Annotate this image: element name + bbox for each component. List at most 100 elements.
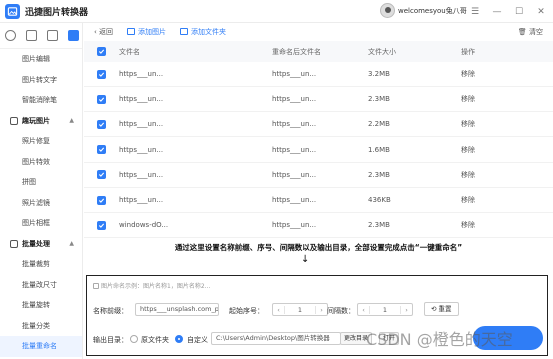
row-checkbox[interactable]: [97, 145, 106, 155]
row-checkbox[interactable]: [97, 195, 106, 205]
interval-stepper[interactable]: ‹ 1 ›: [357, 303, 413, 316]
add-folder-icon: [180, 28, 189, 35]
sidebar-item-photo-filter[interactable]: 照片滤镜: [0, 193, 82, 214]
back-button[interactable]: ‹ 返回: [94, 27, 113, 37]
info-icon: [93, 282, 99, 289]
select-all-checkbox[interactable]: [97, 47, 106, 56]
increment-icon[interactable]: ›: [401, 306, 412, 314]
file-size: 2.3MB: [368, 95, 390, 104]
prefix-label: 名称前缀：: [93, 307, 128, 315]
username[interactable]: welcomesyou兔八哥: [398, 6, 467, 16]
file-name: https___un...: [119, 120, 164, 129]
new-file-name: https___un...: [272, 196, 317, 204]
new-file-name: https___un...: [272, 120, 317, 129]
remove-button[interactable]: 移除: [461, 170, 475, 180]
settings-icon[interactable]: [5, 30, 16, 41]
custom-folder-radio[interactable]: [175, 335, 183, 343]
sidebar-item-collage[interactable]: 拼图: [0, 172, 82, 193]
file-size: 2.3MB: [368, 170, 390, 179]
new-file-name: https___un...: [272, 221, 317, 230]
add-image-icon: [127, 28, 136, 35]
remove-button[interactable]: 移除: [461, 69, 475, 79]
add-folder-label: 添加文件夹: [191, 27, 227, 36]
table-row[interactable]: https___un... https___un... 1.6MB 移除: [84, 138, 553, 163]
sidebar-item-batch-rotate[interactable]: 批量旋转: [0, 295, 82, 316]
naming-hint: 图片命名示例：图片名称1，图片名称2...: [93, 281, 210, 290]
row-checkbox[interactable]: [97, 69, 106, 79]
sidebar-group-batch[interactable]: 批量处理 ▲: [0, 234, 82, 255]
source-folder-radio[interactable]: [130, 335, 138, 343]
custom-folder-label[interactable]: 自定义: [187, 335, 208, 345]
remove-button[interactable]: 移除: [461, 145, 475, 155]
file-size: 2.2MB: [368, 120, 390, 129]
watermark: CSDN @橙色的天空: [366, 330, 513, 349]
remove-button[interactable]: 移除: [461, 195, 475, 205]
sidebar-icon-bar: [0, 23, 82, 49]
table-row[interactable]: https___un... https___un... 2.3MB 移除: [84, 163, 553, 188]
chevron-up-icon: ▲: [69, 239, 74, 247]
menu-icon[interactable]: ☰: [466, 0, 484, 23]
sidebar-item-smart-eraser[interactable]: 智能消除笔: [0, 90, 82, 111]
title-bar: 迅捷图片转换器 welcomesyou兔八哥 ☰ — ☐ ✕: [0, 0, 553, 23]
reset-label: 重置: [438, 305, 452, 313]
instruction-annotation: 通过这里设置名称前缀、序号、间隔数以及输出目录，全部设置完成点击“一键重命名”: [174, 243, 463, 252]
table-row[interactable]: windows-dO... https___un... 2.3MB 移除: [84, 213, 553, 239]
sidebar-item-photo-frame[interactable]: 图片相框: [0, 213, 82, 234]
start-number-value[interactable]: 1: [284, 305, 316, 314]
row-checkbox[interactable]: [97, 170, 106, 180]
decrement-icon[interactable]: ‹: [358, 306, 369, 314]
maximize-icon[interactable]: ☐: [510, 0, 528, 23]
table-row[interactable]: https___un... https___un... 2.2MB 移除: [84, 112, 553, 138]
batch-icon[interactable]: [68, 30, 79, 41]
sidebar-item-photo-repair[interactable]: 照片修复: [0, 131, 82, 152]
increment-icon[interactable]: ›: [316, 306, 327, 314]
row-checkbox[interactable]: [97, 94, 106, 104]
header-filesize: 文件大小: [368, 47, 396, 56]
new-file-name: https___un...: [272, 95, 317, 104]
sidebar-item-image-edit[interactable]: 图片编辑: [0, 49, 82, 70]
chevron-up-icon: ▲: [69, 116, 74, 124]
table-row[interactable]: https___un... https___un... 3.2MB 移除: [84, 62, 553, 87]
sidebar-group-fun[interactable]: 趣玩图片 ▲: [0, 111, 82, 132]
table-row[interactable]: https___un... https___un... 2.3MB 移除: [84, 87, 553, 113]
remove-button[interactable]: 移除: [461, 220, 475, 230]
output-dir-label: 输出目录：: [93, 336, 128, 344]
table-row[interactable]: https___un... https___un... 436KB 移除: [84, 188, 553, 213]
add-image-button[interactable]: 添加图片: [127, 27, 166, 37]
avatar[interactable]: [380, 3, 395, 18]
file-size: 1.6MB: [368, 145, 390, 154]
decrement-icon[interactable]: ‹: [273, 306, 284, 314]
reset-button[interactable]: ⟲ 重置: [424, 302, 459, 316]
reset-icon: ⟲: [431, 305, 437, 313]
sidebar-item-image-to-text[interactable]: 图片转文字: [0, 70, 82, 91]
file-name: windows-dO...: [119, 221, 169, 230]
down-arrow-icon: ↓: [301, 254, 310, 265]
clear-button[interactable]: 🗑 清空: [518, 27, 543, 37]
sidebar-item-image-effects[interactable]: 图片特效: [0, 152, 82, 173]
sidebar-item-batch-resize[interactable]: 批量改尺寸: [0, 275, 82, 296]
remove-button[interactable]: 移除: [461, 94, 475, 104]
fun-image-icon: [10, 116, 18, 125]
interval-value[interactable]: 1: [369, 305, 401, 314]
start-number-stepper[interactable]: ‹ 1 ›: [272, 303, 328, 316]
row-checkbox[interactable]: [97, 220, 106, 230]
image-icon[interactable]: [47, 30, 58, 41]
gallery-icon[interactable]: [26, 30, 37, 41]
prefix-input[interactable]: https___unsplash.com_p: [135, 303, 219, 316]
sidebar-item-batch-rename[interactable]: 批量重命名: [0, 336, 82, 357]
sidebar-item-batch-crop[interactable]: 批量裁剪: [0, 254, 82, 275]
close-icon[interactable]: ✕: [532, 0, 550, 23]
sidebar-group-label: 批量处理: [22, 239, 50, 248]
file-name: https___un...: [119, 145, 164, 154]
row-checkbox[interactable]: [97, 119, 106, 129]
source-folder-label[interactable]: 原文件夹: [141, 335, 169, 345]
minimize-icon[interactable]: —: [488, 0, 506, 23]
user-account[interactable]: welcomesyou兔八哥: [380, 3, 467, 18]
add-folder-button[interactable]: 添加文件夹: [180, 27, 226, 37]
output-path-input[interactable]: C:\Users\Admin\Desktop\图片转换器: [211, 332, 341, 345]
remove-button[interactable]: 移除: [461, 119, 475, 129]
add-image-label: 添加图片: [138, 27, 167, 36]
file-size: 436KB: [368, 196, 391, 204]
sidebar-item-batch-classify[interactable]: 批量分类: [0, 316, 82, 337]
hint-text: 图片命名示例：图片名称1，图片名称2...: [101, 283, 211, 290]
